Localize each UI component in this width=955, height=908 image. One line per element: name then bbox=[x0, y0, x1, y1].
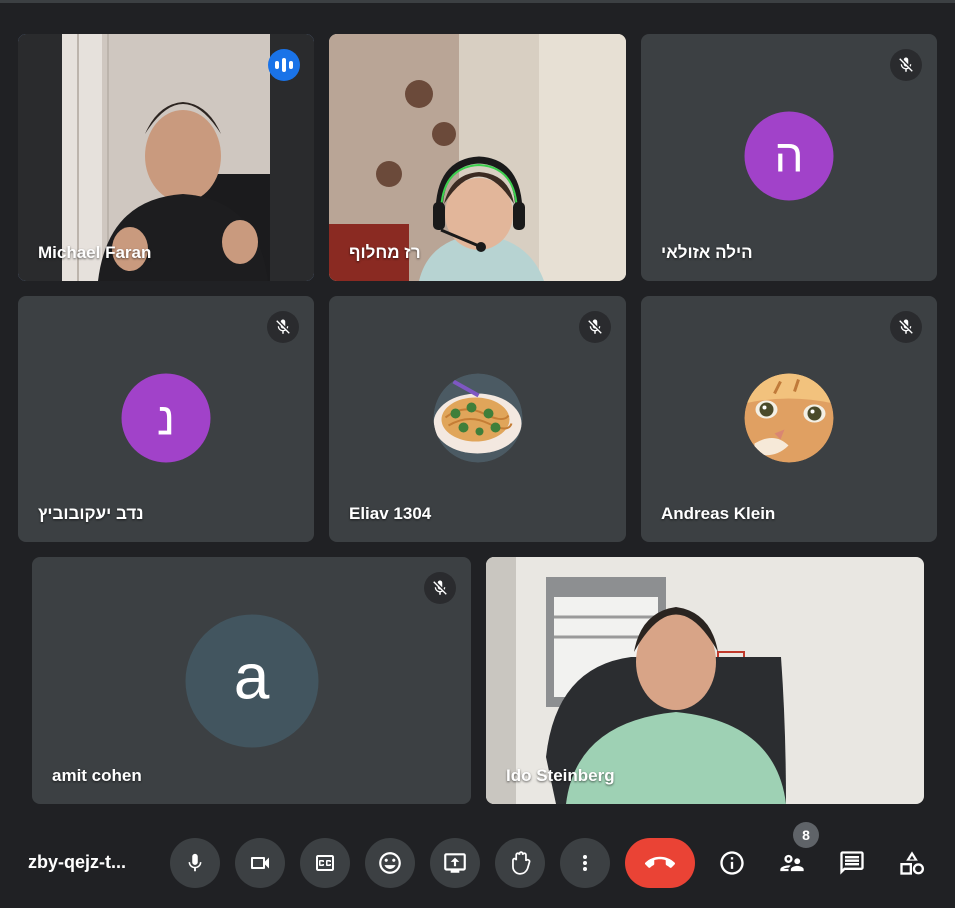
microphone-button[interactable] bbox=[170, 838, 220, 888]
mic-off-icon bbox=[579, 311, 611, 343]
chat-icon bbox=[840, 851, 864, 875]
info-icon bbox=[720, 851, 744, 875]
chat-button[interactable] bbox=[827, 838, 877, 888]
captions-icon bbox=[316, 855, 334, 871]
more-options-button[interactable] bbox=[560, 838, 610, 888]
meeting-info-button[interactable] bbox=[707, 838, 757, 888]
raise-hand-button[interactable] bbox=[495, 838, 545, 888]
top-border bbox=[0, 0, 955, 3]
participant-tile-amit[interactable]: a amit cohen bbox=[32, 557, 471, 804]
participant-tile-andreas[interactable]: Andreas Klein bbox=[641, 296, 937, 542]
microphone-icon bbox=[188, 853, 202, 872]
participant-name: רז מחלוף bbox=[349, 243, 421, 262]
participant-name: Eliav 1304 bbox=[349, 504, 432, 523]
participant-tile-raz[interactable]: רז מחלוף bbox=[329, 34, 626, 281]
mic-off-icon bbox=[424, 572, 456, 604]
activities-icon bbox=[900, 851, 925, 875]
hand-icon bbox=[512, 851, 531, 875]
call-end-icon bbox=[645, 856, 675, 868]
mic-off-icon bbox=[890, 311, 922, 343]
mic-off-icon bbox=[267, 311, 299, 343]
people-icon bbox=[780, 854, 804, 872]
participant-name: הילה אזולאי bbox=[661, 243, 753, 262]
participant-name: Ido Steinberg bbox=[506, 766, 615, 785]
people-count-badge: 8 bbox=[793, 822, 819, 848]
participant-avatar: נ bbox=[121, 373, 211, 463]
leave-call-button[interactable] bbox=[625, 838, 695, 888]
participant-tile-eliav[interactable]: Eliav 1304 bbox=[329, 296, 626, 542]
participant-name: Michael Faran bbox=[38, 243, 152, 262]
speaking-indicator-icon bbox=[268, 49, 300, 81]
kitten-avatar-image bbox=[744, 373, 834, 463]
present-icon bbox=[444, 853, 466, 873]
meeting-code[interactable]: zby-qejz-t... bbox=[28, 852, 126, 873]
participant-tile-nadav[interactable]: נ נדב יעקובוביץ bbox=[18, 296, 314, 542]
participant-name: נדב יעקובוביץ bbox=[38, 504, 144, 523]
participant-name: Andreas Klein bbox=[661, 504, 776, 523]
participant-avatar: a bbox=[185, 614, 318, 747]
pasta-avatar-image bbox=[433, 373, 522, 463]
camera-icon bbox=[251, 857, 269, 869]
reactions-button[interactable] bbox=[365, 838, 415, 888]
participant-tile-ido[interactable]: Ido Steinberg bbox=[486, 557, 924, 804]
camera-button[interactable] bbox=[235, 838, 285, 888]
participant-tile-hila[interactable]: ה הילה אזולאי bbox=[641, 34, 937, 281]
more-vert-icon bbox=[583, 855, 587, 871]
mic-off-icon bbox=[890, 49, 922, 81]
participant-name: amit cohen bbox=[52, 766, 142, 785]
emoji-icon bbox=[379, 852, 401, 874]
present-screen-button[interactable] bbox=[430, 838, 480, 888]
participant-avatar: ה bbox=[744, 111, 834, 200]
participant-tile-michael-faran[interactable]: Michael Faran bbox=[18, 34, 314, 281]
activities-button[interactable] bbox=[887, 838, 937, 888]
captions-button[interactable] bbox=[300, 838, 350, 888]
